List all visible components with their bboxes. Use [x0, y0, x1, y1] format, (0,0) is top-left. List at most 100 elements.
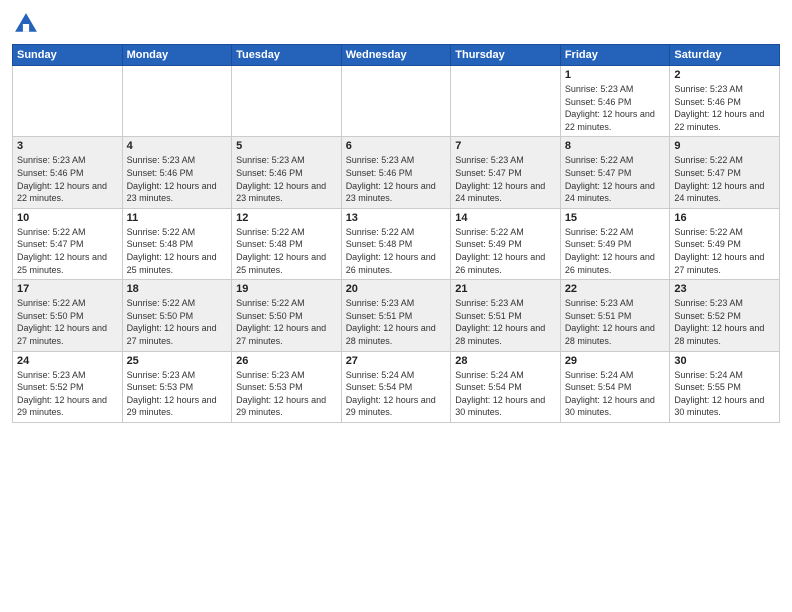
day-cell: 12 Sunrise: 5:22 AM Sunset: 5:48 PM Dayli… — [232, 208, 342, 279]
day-number: 3 — [17, 140, 118, 152]
day-number: 20 — [346, 283, 447, 295]
day-number: 15 — [565, 212, 666, 224]
day-number: 19 — [236, 283, 337, 295]
day-cell — [341, 66, 451, 137]
day-number: 11 — [127, 212, 228, 224]
day-cell: 4 Sunrise: 5:23 AM Sunset: 5:46 PM Daylig… — [122, 137, 232, 208]
weekday-header-friday: Friday — [560, 45, 670, 66]
day-cell: 18Sunrise: 5:22 AM Sunset: 5:50 PM Dayli… — [122, 280, 232, 351]
day-number: 26 — [236, 355, 337, 367]
day-cell: 11 Sunrise: 5:22 AM Sunset: 5:48 PM Dayli… — [122, 208, 232, 279]
day-cell: 3 Sunrise: 5:23 AM Sunset: 5:46 PM Daylig… — [13, 137, 123, 208]
logo-icon — [12, 10, 40, 38]
day-info: Sunrise: 5:23 AM Sunset: 5:46 PM Dayligh… — [127, 154, 228, 204]
day-cell: 7 Sunrise: 5:23 AM Sunset: 5:47 PM Daylig… — [451, 137, 561, 208]
day-cell: 20 Sunrise: 5:23 AM Sunset: 5:51 PM Dayli… — [341, 280, 451, 351]
week-row-4: 17 Sunrise: 5:22 AM Sunset: 5:50 PM Dayli… — [13, 280, 780, 351]
header — [12, 10, 780, 38]
weekday-header-saturday: Saturday — [670, 45, 780, 66]
weekday-header-wednesday: Wednesday — [341, 45, 451, 66]
day-info: Sunrise: 5:23 AM Sunset: 5:53 PM Dayligh… — [127, 369, 228, 419]
day-info: Sunrise: 5:23 AM Sunset: 5:51 PM Dayligh… — [346, 297, 447, 347]
day-number: 29 — [565, 355, 666, 367]
day-info: Sunrise: 5:24 AM Sunset: 5:54 PM Dayligh… — [346, 369, 447, 419]
day-info: Sunrise: 5:22 AM Sunset: 5:49 PM Dayligh… — [455, 226, 556, 276]
day-info: Sunrise: 5:24 AM Sunset: 5:55 PM Dayligh… — [674, 369, 775, 419]
day-info: Sunrise: 5:23 AM Sunset: 5:46 PM Dayligh… — [674, 83, 775, 133]
day-number: 27 — [346, 355, 447, 367]
day-cell: 1Sunrise: 5:23 AM Sunset: 5:46 PM Daylig… — [560, 66, 670, 137]
day-cell — [13, 66, 123, 137]
weekday-header-row: SundayMondayTuesdayWednesdayThursdayFrid… — [13, 45, 780, 66]
day-number: 16 — [674, 212, 775, 224]
day-info: Sunrise: 5:23 AM Sunset: 5:46 PM Dayligh… — [346, 154, 447, 204]
day-number: 14 — [455, 212, 556, 224]
day-cell: 15 Sunrise: 5:22 AM Sunset: 5:49 PM Dayli… — [560, 208, 670, 279]
day-cell — [232, 66, 342, 137]
day-cell: 21Sunrise: 5:23 AM Sunset: 5:51 PM Dayli… — [451, 280, 561, 351]
day-cell: 13Sunrise: 5:22 AM Sunset: 5:48 PM Dayli… — [341, 208, 451, 279]
day-number: 2 — [674, 69, 775, 81]
day-cell — [451, 66, 561, 137]
day-number: 7 — [455, 140, 556, 152]
day-number: 12 — [236, 212, 337, 224]
day-cell: 17Sunrise: 5:22 AM Sunset: 5:50 PM Dayli… — [13, 280, 123, 351]
day-info: Sunrise: 5:22 AM Sunset: 5:48 PM Dayligh… — [127, 226, 228, 276]
day-number: 4 — [127, 140, 228, 152]
day-cell: 24 Sunrise: 5:23 AM Sunset: 5:52 PM Dayli… — [13, 351, 123, 422]
logo — [12, 10, 44, 38]
day-number: 5 — [236, 140, 337, 152]
day-info: Sunrise: 5:22 AM Sunset: 5:47 PM Dayligh… — [674, 154, 775, 204]
weekday-header-thursday: Thursday — [451, 45, 561, 66]
day-info: Sunrise: 5:24 AM Sunset: 5:54 PM Dayligh… — [455, 369, 556, 419]
day-cell: 19 Sunrise: 5:22 AM Sunset: 5:50 PM Dayli… — [232, 280, 342, 351]
day-info: Sunrise: 5:23 AM Sunset: 5:47 PM Dayligh… — [455, 154, 556, 204]
day-info: Sunrise: 5:22 AM Sunset: 5:50 PM Dayligh… — [236, 297, 337, 347]
day-cell — [122, 66, 232, 137]
day-cell: 28Sunrise: 5:24 AM Sunset: 5:54 PM Dayli… — [451, 351, 561, 422]
day-info: Sunrise: 5:22 AM Sunset: 5:48 PM Dayligh… — [346, 226, 447, 276]
day-info: Sunrise: 5:22 AM Sunset: 5:49 PM Dayligh… — [674, 226, 775, 276]
day-cell: 25 Sunrise: 5:23 AM Sunset: 5:53 PM Dayli… — [122, 351, 232, 422]
weekday-header-monday: Monday — [122, 45, 232, 66]
calendar: SundayMondayTuesdayWednesdayThursdayFrid… — [12, 44, 780, 423]
day-cell: 29 Sunrise: 5:24 AM Sunset: 5:54 PM Dayli… — [560, 351, 670, 422]
day-cell: 30Sunrise: 5:24 AM Sunset: 5:55 PM Dayli… — [670, 351, 780, 422]
week-row-3: 10 Sunrise: 5:22 AM Sunset: 5:47 PM Dayli… — [13, 208, 780, 279]
day-info: Sunrise: 5:22 AM Sunset: 5:47 PM Dayligh… — [17, 226, 118, 276]
day-number: 17 — [17, 283, 118, 295]
day-number: 24 — [17, 355, 118, 367]
week-row-1: 1Sunrise: 5:23 AM Sunset: 5:46 PM Daylig… — [13, 66, 780, 137]
day-info: Sunrise: 5:23 AM Sunset: 5:53 PM Dayligh… — [236, 369, 337, 419]
day-cell: 22 Sunrise: 5:23 AM Sunset: 5:51 PM Dayli… — [560, 280, 670, 351]
day-number: 22 — [565, 283, 666, 295]
page: SundayMondayTuesdayWednesdayThursdayFrid… — [0, 0, 792, 612]
weekday-header-sunday: Sunday — [13, 45, 123, 66]
day-cell: 6 Sunrise: 5:23 AM Sunset: 5:46 PM Daylig… — [341, 137, 451, 208]
day-number: 25 — [127, 355, 228, 367]
week-row-2: 3 Sunrise: 5:23 AM Sunset: 5:46 PM Daylig… — [13, 137, 780, 208]
day-info: Sunrise: 5:22 AM Sunset: 5:48 PM Dayligh… — [236, 226, 337, 276]
day-info: Sunrise: 5:23 AM Sunset: 5:51 PM Dayligh… — [565, 297, 666, 347]
day-cell: 27 Sunrise: 5:24 AM Sunset: 5:54 PM Dayli… — [341, 351, 451, 422]
day-number: 6 — [346, 140, 447, 152]
day-info: Sunrise: 5:23 AM Sunset: 5:46 PM Dayligh… — [565, 83, 666, 133]
day-cell: 26 Sunrise: 5:23 AM Sunset: 5:53 PM Dayli… — [232, 351, 342, 422]
day-info: Sunrise: 5:23 AM Sunset: 5:51 PM Dayligh… — [455, 297, 556, 347]
day-info: Sunrise: 5:22 AM Sunset: 5:49 PM Dayligh… — [565, 226, 666, 276]
day-info: Sunrise: 5:23 AM Sunset: 5:46 PM Dayligh… — [17, 154, 118, 204]
day-cell: 8Sunrise: 5:22 AM Sunset: 5:47 PM Daylig… — [560, 137, 670, 208]
day-info: Sunrise: 5:23 AM Sunset: 5:46 PM Dayligh… — [236, 154, 337, 204]
day-number: 23 — [674, 283, 775, 295]
day-info: Sunrise: 5:23 AM Sunset: 5:52 PM Dayligh… — [17, 369, 118, 419]
day-cell: 5 Sunrise: 5:23 AM Sunset: 5:46 PM Daylig… — [232, 137, 342, 208]
day-cell: 9Sunrise: 5:22 AM Sunset: 5:47 PM Daylig… — [670, 137, 780, 208]
day-number: 10 — [17, 212, 118, 224]
day-cell: 23Sunrise: 5:23 AM Sunset: 5:52 PM Dayli… — [670, 280, 780, 351]
day-cell: 10 Sunrise: 5:22 AM Sunset: 5:47 PM Dayli… — [13, 208, 123, 279]
day-info: Sunrise: 5:22 AM Sunset: 5:50 PM Dayligh… — [127, 297, 228, 347]
day-info: Sunrise: 5:22 AM Sunset: 5:47 PM Dayligh… — [565, 154, 666, 204]
day-info: Sunrise: 5:24 AM Sunset: 5:54 PM Dayligh… — [565, 369, 666, 419]
week-row-5: 24 Sunrise: 5:23 AM Sunset: 5:52 PM Dayli… — [13, 351, 780, 422]
day-cell: 16 Sunrise: 5:22 AM Sunset: 5:49 PM Dayli… — [670, 208, 780, 279]
